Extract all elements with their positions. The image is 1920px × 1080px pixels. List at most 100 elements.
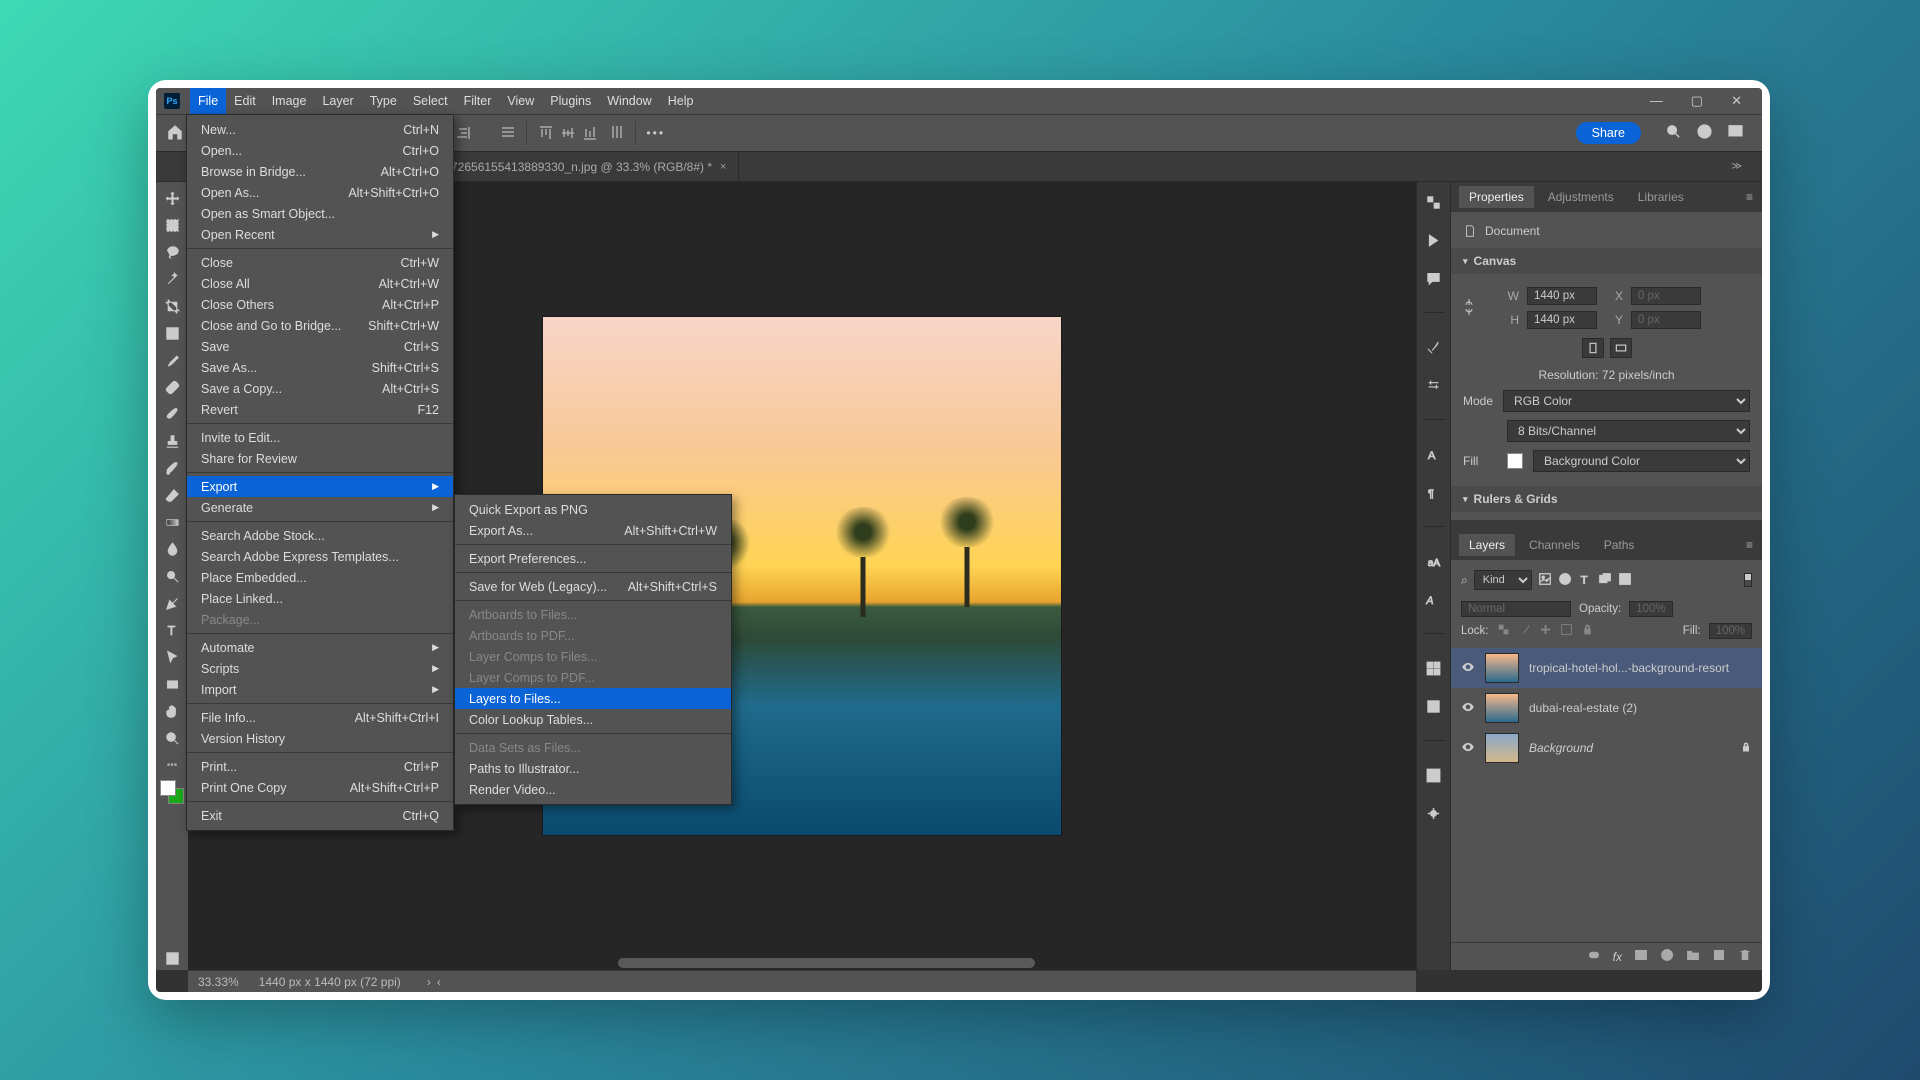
pen-tool[interactable]: [159, 591, 185, 615]
brush-tool[interactable]: [159, 402, 185, 426]
menu-item[interactable]: Layers to Files...: [455, 688, 731, 709]
paragraph-panel-icon[interactable]: ¶: [1424, 482, 1444, 502]
home-icon[interactable]: [166, 123, 184, 144]
portrait-orient-icon[interactable]: [1582, 338, 1604, 358]
menu-item[interactable]: Close OthersAlt+Ctrl+P: [187, 294, 453, 315]
menu-item[interactable]: Open as Smart Object...: [187, 203, 453, 224]
lock-artboard-icon[interactable]: [1560, 623, 1573, 639]
layer-visibility-icon[interactable]: [1461, 700, 1475, 717]
new-layer-icon[interactable]: [1712, 948, 1726, 965]
menu-item[interactable]: Invite to Edit...: [187, 427, 453, 448]
menu-item[interactable]: File Info...Alt+Shift+Ctrl+I: [187, 707, 453, 728]
menu-item[interactable]: Import▶: [187, 679, 453, 700]
tab-layers[interactable]: Layers: [1459, 534, 1515, 556]
menu-item[interactable]: Version History: [187, 728, 453, 749]
blend-mode-select[interactable]: Normal: [1461, 601, 1571, 617]
zoom-level[interactable]: 33.33%: [198, 975, 239, 989]
magic-wand-tool[interactable]: [159, 267, 185, 291]
bit-depth-select[interactable]: 8 Bits/Channel: [1507, 420, 1750, 442]
menu-window[interactable]: Window: [599, 88, 659, 114]
link-layers-icon[interactable]: [1587, 948, 1601, 965]
align-right-icon[interactable]: [454, 124, 472, 142]
delete-layer-icon[interactable]: [1738, 948, 1752, 965]
adjustment-layer-icon[interactable]: [1660, 948, 1674, 965]
close-button[interactable]: ✕: [1731, 93, 1742, 109]
menu-item[interactable]: Save a Copy...Alt+Ctrl+S: [187, 378, 453, 399]
filter-adjust-icon[interactable]: [1558, 572, 1572, 589]
filter-smart-icon[interactable]: [1618, 572, 1632, 589]
layer-style-icon[interactable]: fx: [1613, 950, 1622, 964]
filter-search-icon[interactable]: ⌕: [1461, 573, 1468, 588]
stamp-tool[interactable]: [159, 429, 185, 453]
share-button[interactable]: Share: [1576, 122, 1641, 144]
menu-item[interactable]: Print One CopyAlt+Shift+Ctrl+P: [187, 777, 453, 798]
zoom-tool[interactable]: [159, 726, 185, 750]
fill-select[interactable]: Background Color: [1533, 450, 1750, 472]
menu-item[interactable]: Export Preferences...: [455, 548, 731, 569]
lock-position-icon[interactable]: [1539, 623, 1552, 639]
workspace-icon[interactable]: [1727, 123, 1744, 143]
layer-row[interactable]: tropical-hotel-hol...-background-resort: [1451, 648, 1762, 688]
minimize-button[interactable]: —: [1650, 93, 1663, 109]
actions-panel-icon[interactable]: [1424, 230, 1444, 250]
brush-settings-icon[interactable]: [1424, 337, 1444, 357]
lock-transparency-icon[interactable]: [1497, 623, 1510, 639]
rectangle-tool[interactable]: [159, 672, 185, 696]
menu-item[interactable]: Color Lookup Tables...: [455, 709, 731, 730]
tab-channels[interactable]: Channels: [1519, 534, 1590, 556]
path-select-tool[interactable]: [159, 645, 185, 669]
dodge-tool[interactable]: [159, 564, 185, 588]
width-input[interactable]: [1527, 287, 1597, 305]
menu-item[interactable]: Automate▶: [187, 637, 453, 658]
color-mode-select[interactable]: RGB Color: [1503, 390, 1750, 412]
menu-edit[interactable]: Edit: [226, 88, 264, 114]
filter-type-icon[interactable]: T: [1578, 572, 1592, 589]
menu-image[interactable]: Image: [264, 88, 315, 114]
status-nav-left-icon[interactable]: ‹: [437, 975, 441, 989]
menu-file[interactable]: File: [190, 88, 226, 114]
menu-item[interactable]: Save As...Shift+Ctrl+S: [187, 357, 453, 378]
styles-panel-icon[interactable]: A: [1424, 589, 1444, 609]
maximize-button[interactable]: ▢: [1691, 93, 1703, 109]
menu-filter[interactable]: Filter: [456, 88, 500, 114]
healing-tool[interactable]: [159, 375, 185, 399]
tab-paths[interactable]: Paths: [1594, 534, 1645, 556]
color-panel-icon[interactable]: [1424, 696, 1444, 716]
comments-panel-icon[interactable]: [1424, 268, 1444, 288]
menu-item[interactable]: Scripts▶: [187, 658, 453, 679]
navigator-panel-icon[interactable]: [1424, 803, 1444, 823]
filter-toggle-icon[interactable]: [1744, 573, 1752, 587]
menu-item[interactable]: New...Ctrl+N: [187, 119, 453, 140]
align-bottom-icon[interactable]: [581, 124, 599, 142]
menu-item[interactable]: Share for Review: [187, 448, 453, 469]
rulers-section-header[interactable]: Rulers & Grids: [1451, 486, 1762, 512]
filter-shape-icon[interactable]: [1598, 572, 1612, 589]
menu-item[interactable]: Generate▶: [187, 497, 453, 518]
move-tool[interactable]: [159, 186, 185, 210]
distribute-v-icon[interactable]: [609, 124, 625, 143]
landscape-orient-icon[interactable]: [1610, 338, 1632, 358]
marquee-tool[interactable]: [159, 213, 185, 237]
menu-layer[interactable]: Layer: [314, 88, 361, 114]
menu-view[interactable]: View: [499, 88, 542, 114]
lasso-tool[interactable]: [159, 240, 185, 264]
eraser-tool[interactable]: [159, 483, 185, 507]
adjustments-panel-icon[interactable]: [1424, 375, 1444, 395]
eyedropper-tool[interactable]: [159, 348, 185, 372]
align-top-icon[interactable]: [537, 124, 555, 142]
type-tool[interactable]: T: [159, 618, 185, 642]
color-swatches[interactable]: [160, 780, 184, 804]
menu-select[interactable]: Select: [405, 88, 456, 114]
tab-properties[interactable]: Properties: [1459, 186, 1534, 208]
filter-kind-select[interactable]: Kind: [1474, 570, 1532, 590]
menu-plugins[interactable]: Plugins: [542, 88, 599, 114]
opacity-input[interactable]: 100%: [1629, 601, 1672, 617]
edit-toolbar-icon[interactable]: •••: [167, 760, 178, 771]
lock-paint-icon[interactable]: [1518, 623, 1531, 639]
menu-item[interactable]: Open...Ctrl+O: [187, 140, 453, 161]
menu-item[interactable]: Export▶: [187, 476, 453, 497]
tab-adjustments[interactable]: Adjustments: [1538, 186, 1624, 208]
align-middle-icon[interactable]: [559, 124, 577, 142]
menu-item[interactable]: Close AllAlt+Ctrl+W: [187, 273, 453, 294]
history-panel-icon[interactable]: [1424, 192, 1444, 212]
